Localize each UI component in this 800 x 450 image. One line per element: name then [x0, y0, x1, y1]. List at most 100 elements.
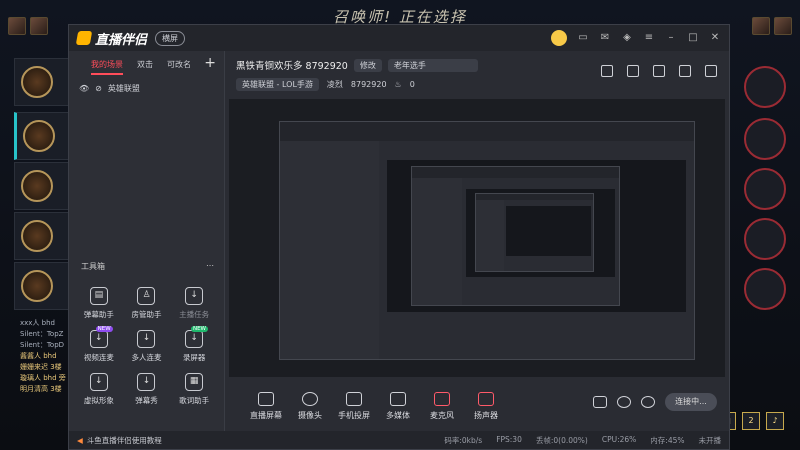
scene-item[interactable]: 👁 ⊘ 英雄联盟: [69, 75, 224, 102]
bell-icon[interactable]: [679, 65, 691, 77]
stream-info: 黑铁青铜欢乐多 8792920 修改 老年选手 英雄联盟 - LOL手游 凌烈 …: [226, 51, 729, 101]
microphone-button[interactable]: 麦克风: [420, 391, 464, 421]
pick-slot: [744, 118, 786, 160]
tool-recorder[interactable]: NEW ↓ 录屏器: [170, 326, 218, 363]
preview-toggle-icon[interactable]: [617, 396, 631, 408]
tab-double-click[interactable]: 双击: [137, 59, 153, 75]
category-button[interactable]: 英雄联盟 - LOL手游: [236, 78, 319, 91]
pick-slot: [744, 218, 786, 260]
edit-title-button[interactable]: 修改: [353, 58, 382, 72]
speaker-icon: [478, 391, 494, 406]
message-icon[interactable]: ✉: [599, 32, 611, 44]
title-bar: 直播伴侣 横屏 ▭ ✉ ◈ ≡ – □ ✕: [69, 25, 729, 51]
toolbox-header: 工具箱 ⋯: [81, 261, 214, 272]
share-icon[interactable]: [705, 65, 717, 77]
source-label: 手机投屏: [338, 410, 370, 420]
source-label: 摄像头: [298, 410, 322, 420]
source-label: 扬声器: [474, 410, 498, 420]
room-id: 8792920: [350, 80, 387, 89]
mic-icon[interactable]: ♪: [766, 412, 784, 430]
help-link[interactable]: ◀ 斗鱼直播伴侣使用教程: [77, 435, 162, 446]
toolbox-label: 工具箱: [81, 262, 105, 271]
lock-icon[interactable]: [627, 65, 639, 77]
nested-preview-2: [411, 166, 621, 306]
pick-slot: [744, 168, 786, 210]
player-avatar: [23, 120, 55, 152]
player-card: [14, 112, 74, 160]
microphone-icon: [434, 391, 450, 406]
fire-icon: ♨: [394, 80, 402, 89]
logo-text: 直播伴侣: [95, 32, 148, 48]
tool-virtual-avatar[interactable]: ↓ 虚拟形象: [75, 373, 123, 406]
add-phone-cast-button[interactable]: 手机投屏: [332, 391, 376, 421]
logo-icon: [75, 31, 93, 45]
source-label: 多媒体: [386, 410, 410, 420]
tool-label: 录屏器: [182, 353, 206, 362]
layout-icon[interactable]: [653, 65, 665, 77]
portrait: [30, 17, 48, 35]
tab-renamable[interactable]: 可改名: [167, 59, 191, 75]
mode-toggle-button[interactable]: 横屏: [155, 30, 186, 46]
tool-label: 视频连麦: [83, 353, 114, 362]
multi-link-icon: ↓: [137, 330, 156, 348]
pick-slot: [744, 268, 786, 310]
phone-icon: [346, 391, 362, 406]
new-badge: NEW: [190, 326, 208, 332]
skin-icon[interactable]: ◈: [621, 32, 633, 44]
tool-label: 弹幕秀: [135, 396, 158, 405]
memory-usage: 内存:45%: [650, 435, 685, 445]
tool-multi-link[interactable]: ↓ 多人连麦: [123, 330, 171, 363]
media-icon: [390, 391, 406, 406]
admin-icon: ♙: [137, 287, 156, 305]
nested-bar: [387, 323, 686, 353]
heat-count: 0: [409, 80, 415, 89]
add-scene-button[interactable]: +: [204, 55, 216, 71]
start-live-button[interactable]: 连接中...: [665, 393, 717, 411]
close-icon[interactable]: ✕: [709, 32, 721, 44]
minimize-icon[interactable]: –: [665, 32, 677, 44]
add-media-button[interactable]: 多媒体: [376, 391, 420, 421]
tab-my-scenes[interactable]: 我的场景: [91, 59, 123, 75]
eye-icon[interactable]: 👁: [79, 84, 89, 93]
info-toolbar: [601, 65, 717, 77]
portrait: [8, 17, 26, 35]
danmu-show-icon: ↓: [137, 373, 156, 391]
speaker-button[interactable]: 扬声器: [464, 391, 508, 421]
add-screen-capture-button[interactable]: 直播屏幕: [244, 391, 288, 421]
more-icon[interactable]: ⋯: [206, 261, 214, 272]
tool-room-admin[interactable]: ♙ 房管助手: [123, 287, 171, 320]
nested-bar: [506, 259, 591, 269]
stream-title: 黑铁青铜欢乐多 8792920: [236, 61, 348, 72]
top-left-portraits: [8, 17, 48, 37]
settings-icon[interactable]: [641, 396, 655, 408]
danmu-icon: ▤: [89, 287, 108, 305]
tool-label: 虚拟形象: [83, 396, 114, 405]
tool-lyrics[interactable]: ▦ 歌词助手: [170, 373, 218, 406]
help-text: 斗鱼直播伴侣使用教程: [86, 435, 162, 445]
menu-icon[interactable]: ≡: [643, 32, 655, 44]
gift-icon[interactable]: [601, 65, 613, 77]
nested-left: [279, 141, 380, 360]
record-icon[interactable]: [593, 396, 607, 408]
user-avatar[interactable]: [551, 30, 567, 46]
add-camera-button[interactable]: 摄像头: [288, 391, 332, 421]
player-card: [14, 262, 74, 310]
stream-preview[interactable]: [229, 99, 725, 377]
tool-danmu-assistant[interactable]: ▤ 弹幕助手: [75, 287, 123, 320]
player-card: [14, 58, 74, 106]
portrait: [752, 17, 770, 35]
notice-field[interactable]: 老年选手: [387, 58, 478, 72]
tool-danmu-show[interactable]: ↓ 弹幕秀: [123, 373, 171, 406]
tool-anchor-task[interactable]: ↓ 主播任务: [170, 287, 218, 320]
window-controls: ▭ ✉ ◈ ≡ – □ ✕: [551, 30, 721, 46]
screen-icon[interactable]: ▭: [577, 32, 589, 44]
maximize-icon[interactable]: □: [687, 32, 699, 44]
tool-video-link[interactable]: NEW ↓ 视频连麦: [75, 326, 123, 363]
tool-label: 主播任务: [179, 310, 210, 319]
nested-preview-1: [278, 121, 696, 361]
streaming-app-window: 直播伴侣 横屏 ▭ ✉ ◈ ≡ – □ ✕ 我的场景 双击 可改名 + 👁 ⊘ …: [68, 24, 730, 450]
player-avatar: [21, 270, 53, 302]
tool-label: 多人连麦: [131, 353, 162, 362]
nested-titlebar: [279, 122, 695, 142]
source-label: 直播屏幕: [250, 410, 282, 420]
